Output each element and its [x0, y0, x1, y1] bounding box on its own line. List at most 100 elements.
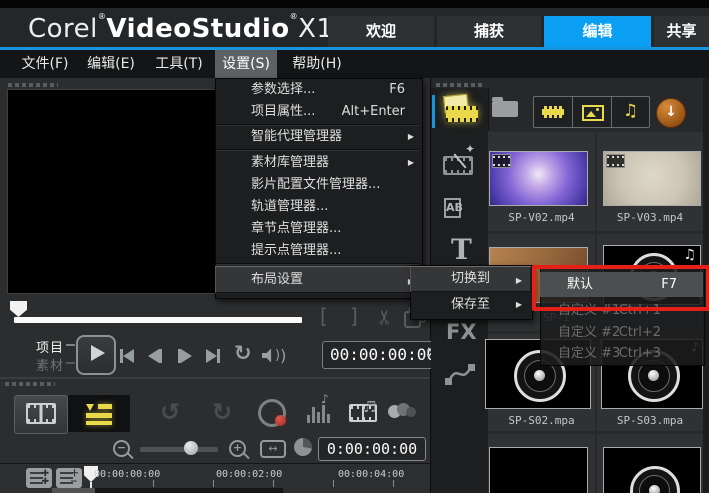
menu-settings[interactable]: 设置(S): [215, 50, 277, 78]
menu-item-cue-point-manager[interactable]: 提示点管理器...: [215, 240, 421, 262]
filter-video-button[interactable]: [533, 96, 573, 128]
timeline-icon-bar1: [98, 404, 112, 409]
submenu-arrow-icon: ▶: [407, 132, 414, 141]
clip-thumbnail-spv02[interactable]: [489, 151, 588, 206]
audio-note-icon: ♫: [683, 247, 696, 263]
split-clip-icon[interactable]: ✂: [372, 309, 396, 326]
tab-share[interactable]: 共享: [654, 16, 709, 47]
nav-motion-button[interactable]: [444, 358, 476, 394]
ruler-tick-0: 00:00:00:00: [94, 469, 161, 480]
mark-out-button[interactable]: ]: [350, 306, 358, 326]
sound-mixer-button[interactable]: ♪: [307, 392, 333, 423]
menu-item-project-properties[interactable]: 项目属性... Alt+Enter: [215, 101, 421, 123]
clip-thumbnail-partial1[interactable]: [489, 447, 588, 493]
clip-label-sps03[interactable]: SP-S03.mpa: [597, 414, 703, 427]
videostudio-window: Corel®VideoStudio®X10 欢迎 捕获 编辑 共享 文件(F) …: [0, 0, 709, 493]
photo-filter-icon: [582, 105, 604, 121]
tab-edit[interactable]: 编辑: [544, 16, 651, 47]
menu-item-preferences[interactable]: 参数选择... F6: [215, 79, 421, 101]
zoom-out-button[interactable]: −: [113, 440, 130, 457]
nav-instant-project-button[interactable]: ✦: [443, 142, 479, 176]
volume-button[interactable]: )): [262, 345, 286, 365]
next-frame-button[interactable]: [178, 345, 192, 364]
go-end-button[interactable]: [206, 345, 220, 364]
record-dot: [275, 415, 286, 426]
track-transparency-button[interactable]: [388, 402, 418, 422]
mode-clip-label[interactable]: 素材: [36, 355, 64, 374]
folder-icon[interactable]: [492, 97, 518, 117]
download-arrow-icon: ↓: [665, 104, 677, 120]
menu-item-library-manager[interactable]: 素材库管理器 ▶: [215, 152, 421, 174]
mode-project-label[interactable]: 项目: [36, 337, 64, 356]
storyboard-view-button[interactable]: [14, 395, 68, 434]
clip-label-sps02[interactable]: SP-S02.mpa: [488, 414, 595, 427]
timeline-icon-bar3: [86, 421, 112, 425]
filter-audio-button[interactable]: ♫: [611, 96, 650, 128]
nav-title-button[interactable]: T: [451, 233, 472, 266]
menu-edit[interactable]: 编辑(E): [86, 50, 136, 78]
menu-file[interactable]: 文件(F): [20, 50, 70, 78]
panel-drag-handle[interactable]: [8, 83, 58, 87]
timeline-view-button[interactable]: [68, 395, 130, 432]
preview-timecode[interactable]: 00:00:00:00 ▲ ▼: [322, 341, 437, 369]
submenu-item-save-to[interactable]: 保存至 ▶: [410, 294, 531, 316]
menu-item-layout-settings[interactable]: 布局设置 ▶: [215, 266, 421, 293]
video-badge-icon: [492, 154, 511, 168]
video-badge-icon: [606, 154, 625, 168]
add-remove-track-button[interactable]: ＋ −: [56, 468, 82, 488]
go-start-button[interactable]: [120, 345, 134, 364]
undo-button[interactable]: ↻: [160, 398, 180, 426]
scrubber-bar[interactable]: [14, 317, 302, 323]
submenu-item-custom2[interactable]: 自定义 #2 Ctrl+2: [540, 321, 703, 344]
ruler-tick-2: 00:00:04:00: [338, 469, 405, 480]
window-top-strip: [0, 0, 709, 8]
mixer-note: ♪: [321, 392, 329, 406]
nav-filter-button[interactable]: FX: [446, 320, 477, 344]
menu-item-chapter-point-manager[interactable]: 章节点管理器...: [215, 218, 421, 240]
menu-item-smart-proxy[interactable]: 智能代理管理器 ▶: [215, 126, 421, 148]
mode-project-dash: [66, 344, 75, 346]
clip-thumbnail-spv03[interactable]: [603, 151, 701, 206]
clip-thumbnail-partial2[interactable]: [603, 447, 701, 493]
mode-clip-dash: [66, 362, 75, 364]
nav-transition-button[interactable]: AB: [444, 196, 463, 218]
clip-label-spv02[interactable]: SP-V02.mp4: [488, 211, 595, 224]
track-manager-button[interactable]: ✚ ✚: [26, 468, 52, 488]
zoom-slider-thumb[interactable]: [184, 441, 198, 455]
nav-media-button[interactable]: [440, 93, 482, 129]
media-icon-filmstrip: [446, 106, 478, 122]
timeline-icon-bar2: [86, 413, 112, 418]
repeat-button[interactable]: ↻: [234, 341, 252, 365]
track-area-partial: [95, 488, 283, 493]
menu-help[interactable]: 帮助(H): [291, 50, 343, 78]
submenu-item-custom3[interactable]: 自定义 #3 Ctrl+3: [540, 342, 703, 365]
menu-tools[interactable]: 工具(T): [154, 50, 204, 78]
auto-music-button[interactable]: ♬: [349, 398, 377, 422]
tab-capture[interactable]: 捕获: [437, 16, 541, 47]
app-logo: Corel®VideoStudio®X10: [28, 12, 351, 44]
mark-in-button[interactable]: [: [320, 306, 328, 326]
filter-photo-button[interactable]: [572, 96, 612, 128]
fit-project-button[interactable]: ↔: [260, 440, 286, 458]
toolbar-drag-handle[interactable]: [5, 382, 55, 386]
prev-frame-button[interactable]: [148, 345, 162, 364]
submenu-item-switch-to[interactable]: 切换到 ▶: [410, 266, 531, 292]
menu-item-track-manager[interactable]: 轨道管理器...: [215, 196, 421, 218]
music-note-icon: ♫: [622, 101, 639, 121]
download-media-button[interactable]: ↓: [656, 98, 686, 128]
storyboard-icon: [26, 403, 56, 424]
media-active-indicator: [432, 95, 435, 128]
menu-item-movie-profile-manager[interactable]: 影片配置文件管理器...: [215, 174, 421, 196]
clip-label-spv03[interactable]: SP-V03.mp4: [597, 211, 703, 224]
submenu-arrow-icon: ▶: [515, 300, 522, 309]
zoom-slider-track[interactable]: [140, 447, 218, 452]
video-filter-icon: [542, 106, 564, 118]
library-drag-handle[interactable]: [436, 83, 484, 87]
record-capture-button[interactable]: [258, 399, 286, 427]
tab-welcome[interactable]: 欢迎: [328, 16, 434, 47]
timeline-timecode[interactable]: 0:00:00:00: [318, 437, 426, 461]
duration-button[interactable]: [294, 438, 312, 456]
redo-button[interactable]: ↻: [212, 400, 232, 424]
play-button[interactable]: [76, 335, 116, 375]
zoom-in-button[interactable]: +: [229, 440, 246, 457]
